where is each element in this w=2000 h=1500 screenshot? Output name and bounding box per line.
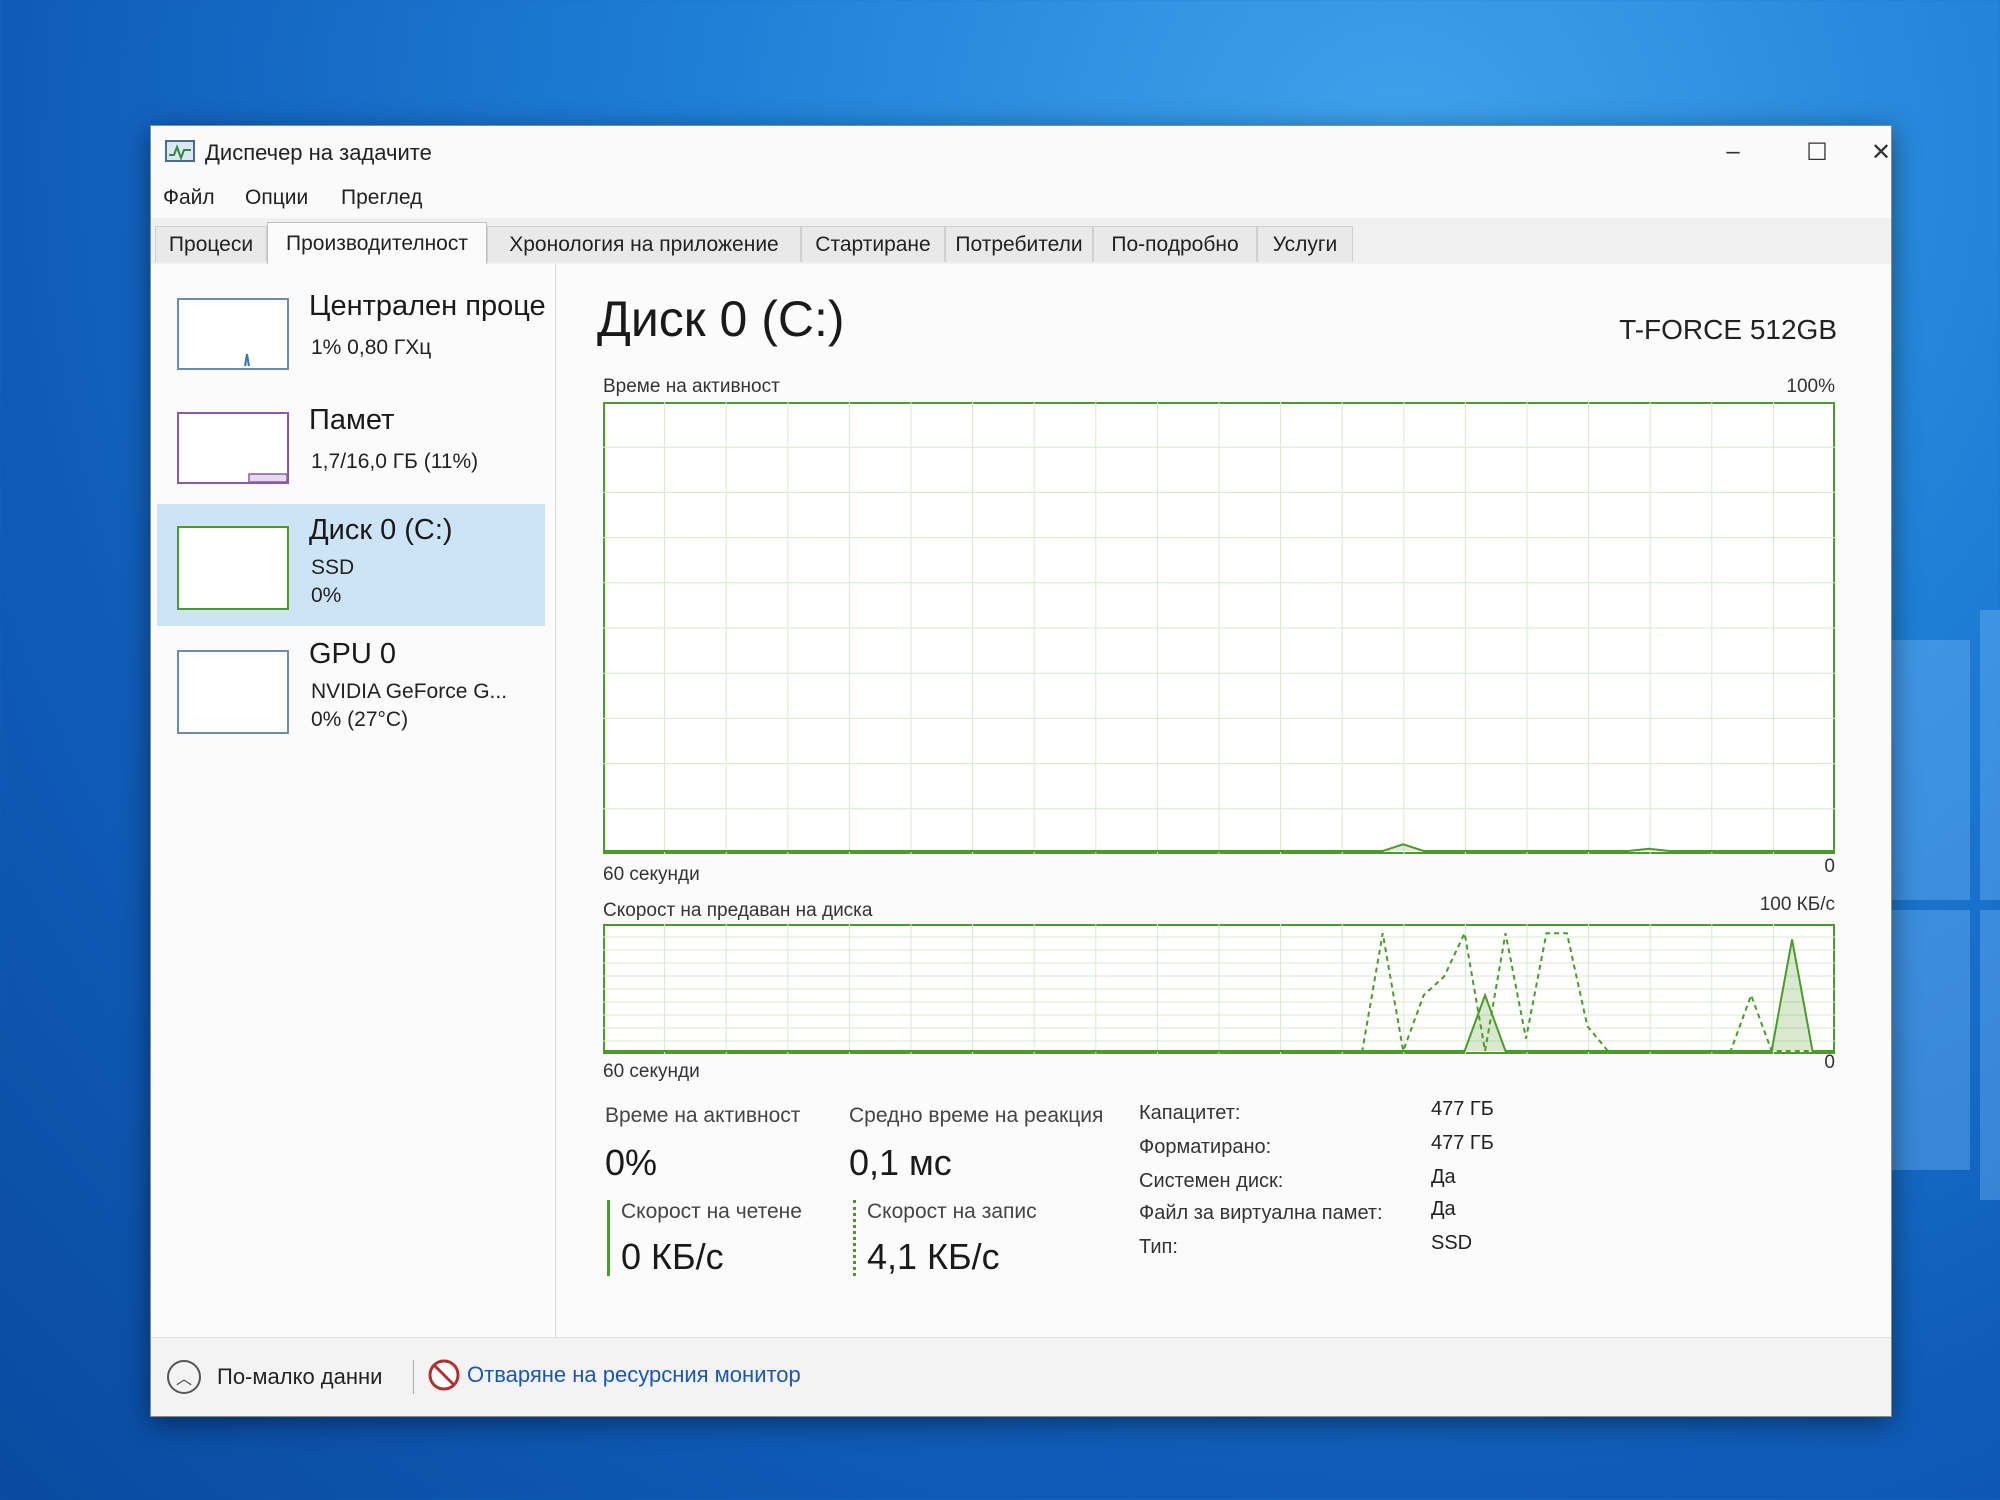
active-time-chart-max: 100% bbox=[1786, 376, 1835, 397]
pagefile-value: Да bbox=[1431, 1198, 1456, 1220]
open-resource-monitor-link[interactable]: Отваряне на ресурсния монитор bbox=[467, 1362, 801, 1388]
write-speed-legend bbox=[853, 1200, 856, 1276]
sidebar-item-usage: 0% bbox=[311, 584, 342, 607]
sidebar-item-cpu[interactable]: Централен проце 1% 0,80 ГХц bbox=[157, 280, 546, 402]
tab-performance[interactable]: Производителност bbox=[267, 222, 487, 264]
task-manager-icon bbox=[165, 140, 195, 162]
sidebar-item-title: Памет bbox=[309, 404, 395, 436]
read-speed-value: 0 КБ/с bbox=[621, 1236, 724, 1277]
tab-startup[interactable]: Стартиране bbox=[801, 226, 945, 262]
sidebar-item-subtitle: 1,7/16,0 ГБ (11%) bbox=[311, 450, 479, 473]
memory-thumbnail bbox=[177, 412, 289, 484]
pagefile-label: Файл за виртуална памет: bbox=[1139, 1202, 1383, 1224]
active-time-chart bbox=[603, 402, 1835, 854]
write-speed-label: Скорост на запис bbox=[867, 1200, 1037, 1223]
chevron-up-icon[interactable]: ︿ bbox=[167, 1360, 201, 1394]
cpu-thumbnail bbox=[177, 298, 289, 370]
disk-model: T-FORCE 512GB bbox=[1619, 314, 1837, 345]
close-button[interactable]: ✕ bbox=[1839, 126, 1923, 178]
footer-bar: ︿ По-малко данни Отваряне на ресурсния м… bbox=[151, 1337, 1891, 1416]
performance-panel: Централен проце 1% 0,80 ГХц Памет 1,7/16… bbox=[151, 264, 1891, 1338]
disk-detail: Диск 0 (C:) T-FORCE 512GB Време на актив… bbox=[579, 264, 1891, 1338]
footer-separator bbox=[413, 1360, 414, 1394]
type-value: SSD bbox=[1431, 1232, 1473, 1254]
window-title: Диспечер на задачите bbox=[205, 140, 432, 165]
menu-bar: Файл Опции Преглед bbox=[151, 178, 1891, 218]
sidebar-item-subtitle: 1% 0,80 ГХц bbox=[311, 336, 432, 359]
tab-processes[interactable]: Процеси bbox=[155, 226, 267, 262]
formatted-value: 477 ГБ bbox=[1431, 1132, 1494, 1154]
menu-options[interactable]: Опции bbox=[245, 186, 308, 210]
formatted-label: Форматирано: bbox=[1139, 1136, 1272, 1158]
tab-app-history[interactable]: Хронология на приложение bbox=[487, 226, 801, 262]
tab-users[interactable]: Потребители bbox=[945, 226, 1093, 262]
sidebar-item-memory[interactable]: Памет 1,7/16,0 ГБ (11%) bbox=[157, 394, 545, 516]
response-time-label: Средно време на реакция bbox=[849, 1104, 1104, 1127]
minimize-button[interactable]: – bbox=[1691, 126, 1775, 178]
resource-monitor-icon bbox=[428, 1359, 460, 1391]
menu-view[interactable]: Преглед bbox=[341, 186, 422, 210]
resource-sidebar: Централен проце 1% 0,80 ГХц Памет 1,7/16… bbox=[151, 264, 551, 1338]
sidebar-item-subtitle: SSD bbox=[311, 556, 355, 579]
sidebar-item-subtitle: NVIDIA GeForce G... bbox=[311, 680, 508, 703]
active-time-chart-min: 0 bbox=[1824, 856, 1835, 877]
sidebar-item-title: GPU 0 bbox=[309, 638, 397, 670]
read-speed-legend bbox=[607, 1200, 610, 1276]
transfer-chart-xlabel: 60 секунди bbox=[603, 1061, 700, 1082]
write-speed-value: 4,1 КБ/с bbox=[867, 1236, 1000, 1277]
fewer-details-button[interactable]: По-малко данни bbox=[217, 1364, 382, 1390]
active-time-value: 0% bbox=[605, 1142, 658, 1183]
read-speed-label: Скорост на четене bbox=[621, 1200, 802, 1223]
tab-details[interactable]: По-подробно bbox=[1093, 226, 1257, 262]
system-disk-value: Да bbox=[1431, 1166, 1456, 1188]
active-time-chart-xlabel: 60 секунди bbox=[603, 864, 700, 885]
transfer-rate-chart bbox=[603, 924, 1835, 1054]
menu-file[interactable]: Файл bbox=[163, 186, 215, 210]
sidebar-item-disk[interactable]: Диск 0 (C:) SSD 0% bbox=[157, 504, 545, 626]
transfer-chart-max: 100 КБ/с bbox=[1759, 894, 1835, 915]
active-time-chart-label: Време на активност bbox=[603, 376, 780, 397]
windows-logo bbox=[1880, 610, 2000, 1200]
transfer-chart-label: Скорост на предаван на диска bbox=[603, 900, 873, 921]
capacity-label: Капацитет: bbox=[1139, 1102, 1241, 1124]
sidebar-item-title: Диск 0 (C:) bbox=[309, 514, 453, 546]
capacity-value: 477 ГБ bbox=[1431, 1098, 1494, 1120]
disk-thumbnail bbox=[177, 526, 289, 610]
gpu-thumbnail bbox=[177, 650, 289, 734]
tab-bar: Процеси Производителност Хронология на п… bbox=[151, 218, 1891, 265]
tab-services[interactable]: Услуги bbox=[1257, 226, 1353, 262]
task-manager-window: Диспечер на задачите – ☐ ✕ Файл Опции Пр… bbox=[150, 125, 1892, 1417]
transfer-chart-min: 0 bbox=[1824, 1052, 1835, 1073]
active-time-label: Време на активност bbox=[605, 1104, 801, 1127]
sidebar-item-gpu[interactable]: GPU 0 NVIDIA GeForce G... 0% (27°C) bbox=[157, 628, 545, 750]
system-disk-label: Системен диск: bbox=[1139, 1170, 1284, 1192]
page-title: Диск 0 (C:) bbox=[597, 291, 845, 347]
response-time-value: 0,1 мс bbox=[849, 1142, 952, 1183]
title-bar[interactable]: Диспечер на задачите – ☐ ✕ bbox=[151, 126, 1891, 178]
sidebar-item-usage: 0% (27°C) bbox=[311, 708, 409, 731]
sidebar-item-title: Централен проце bbox=[309, 290, 546, 322]
type-label: Тип: bbox=[1139, 1236, 1178, 1258]
sidebar-divider bbox=[555, 264, 556, 1338]
